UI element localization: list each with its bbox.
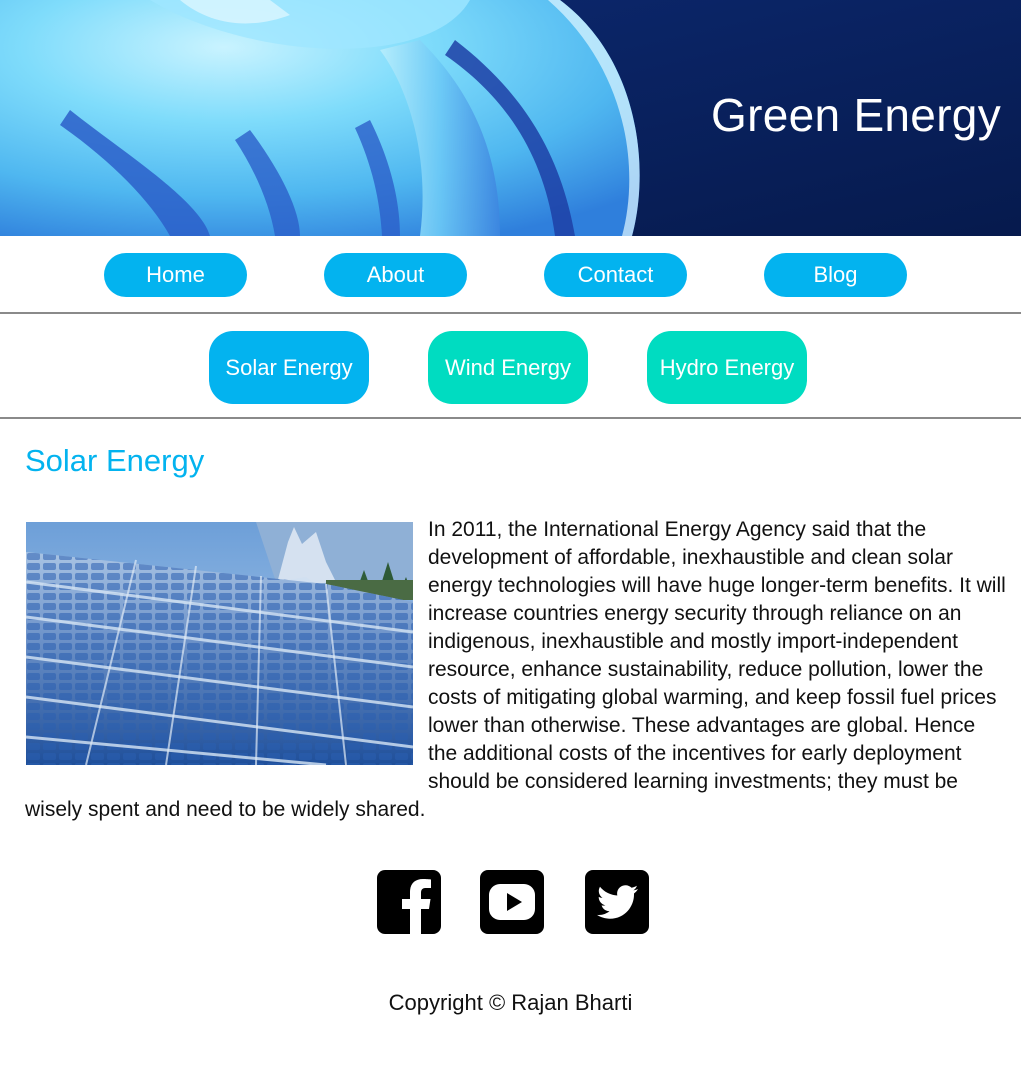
banner: Green Energy (0, 0, 1021, 236)
facebook-icon[interactable] (377, 870, 441, 934)
nav-about-button[interactable]: About (324, 253, 467, 297)
site-title: Green Energy (711, 89, 1001, 141)
nav-blog-button[interactable]: Blog (764, 253, 907, 297)
nav-home-button[interactable]: Home (104, 253, 247, 297)
copyright-text: Copyright © Rajan Bharti (388, 990, 633, 1015)
nav-contact-button[interactable]: Contact (544, 253, 687, 297)
tab-hydro-energy[interactable]: Hydro Energy (647, 331, 807, 404)
tab-wind-energy[interactable]: Wind Energy (428, 331, 588, 404)
tab-solar-energy[interactable]: Solar Energy (209, 331, 369, 404)
solar-panel-photo (26, 522, 413, 765)
section-heading: Solar Energy (25, 443, 205, 478)
energy-type-nav: Solar Energy Wind Energy Hydro Energy (0, 314, 1021, 419)
youtube-icon[interactable] (480, 870, 544, 934)
article: Solar Energy In 2011, the International … (0, 419, 1021, 824)
twitter-icon[interactable] (585, 870, 649, 934)
social-links (0, 870, 1021, 934)
main-nav: Home About Contact Blog (0, 236, 1021, 314)
